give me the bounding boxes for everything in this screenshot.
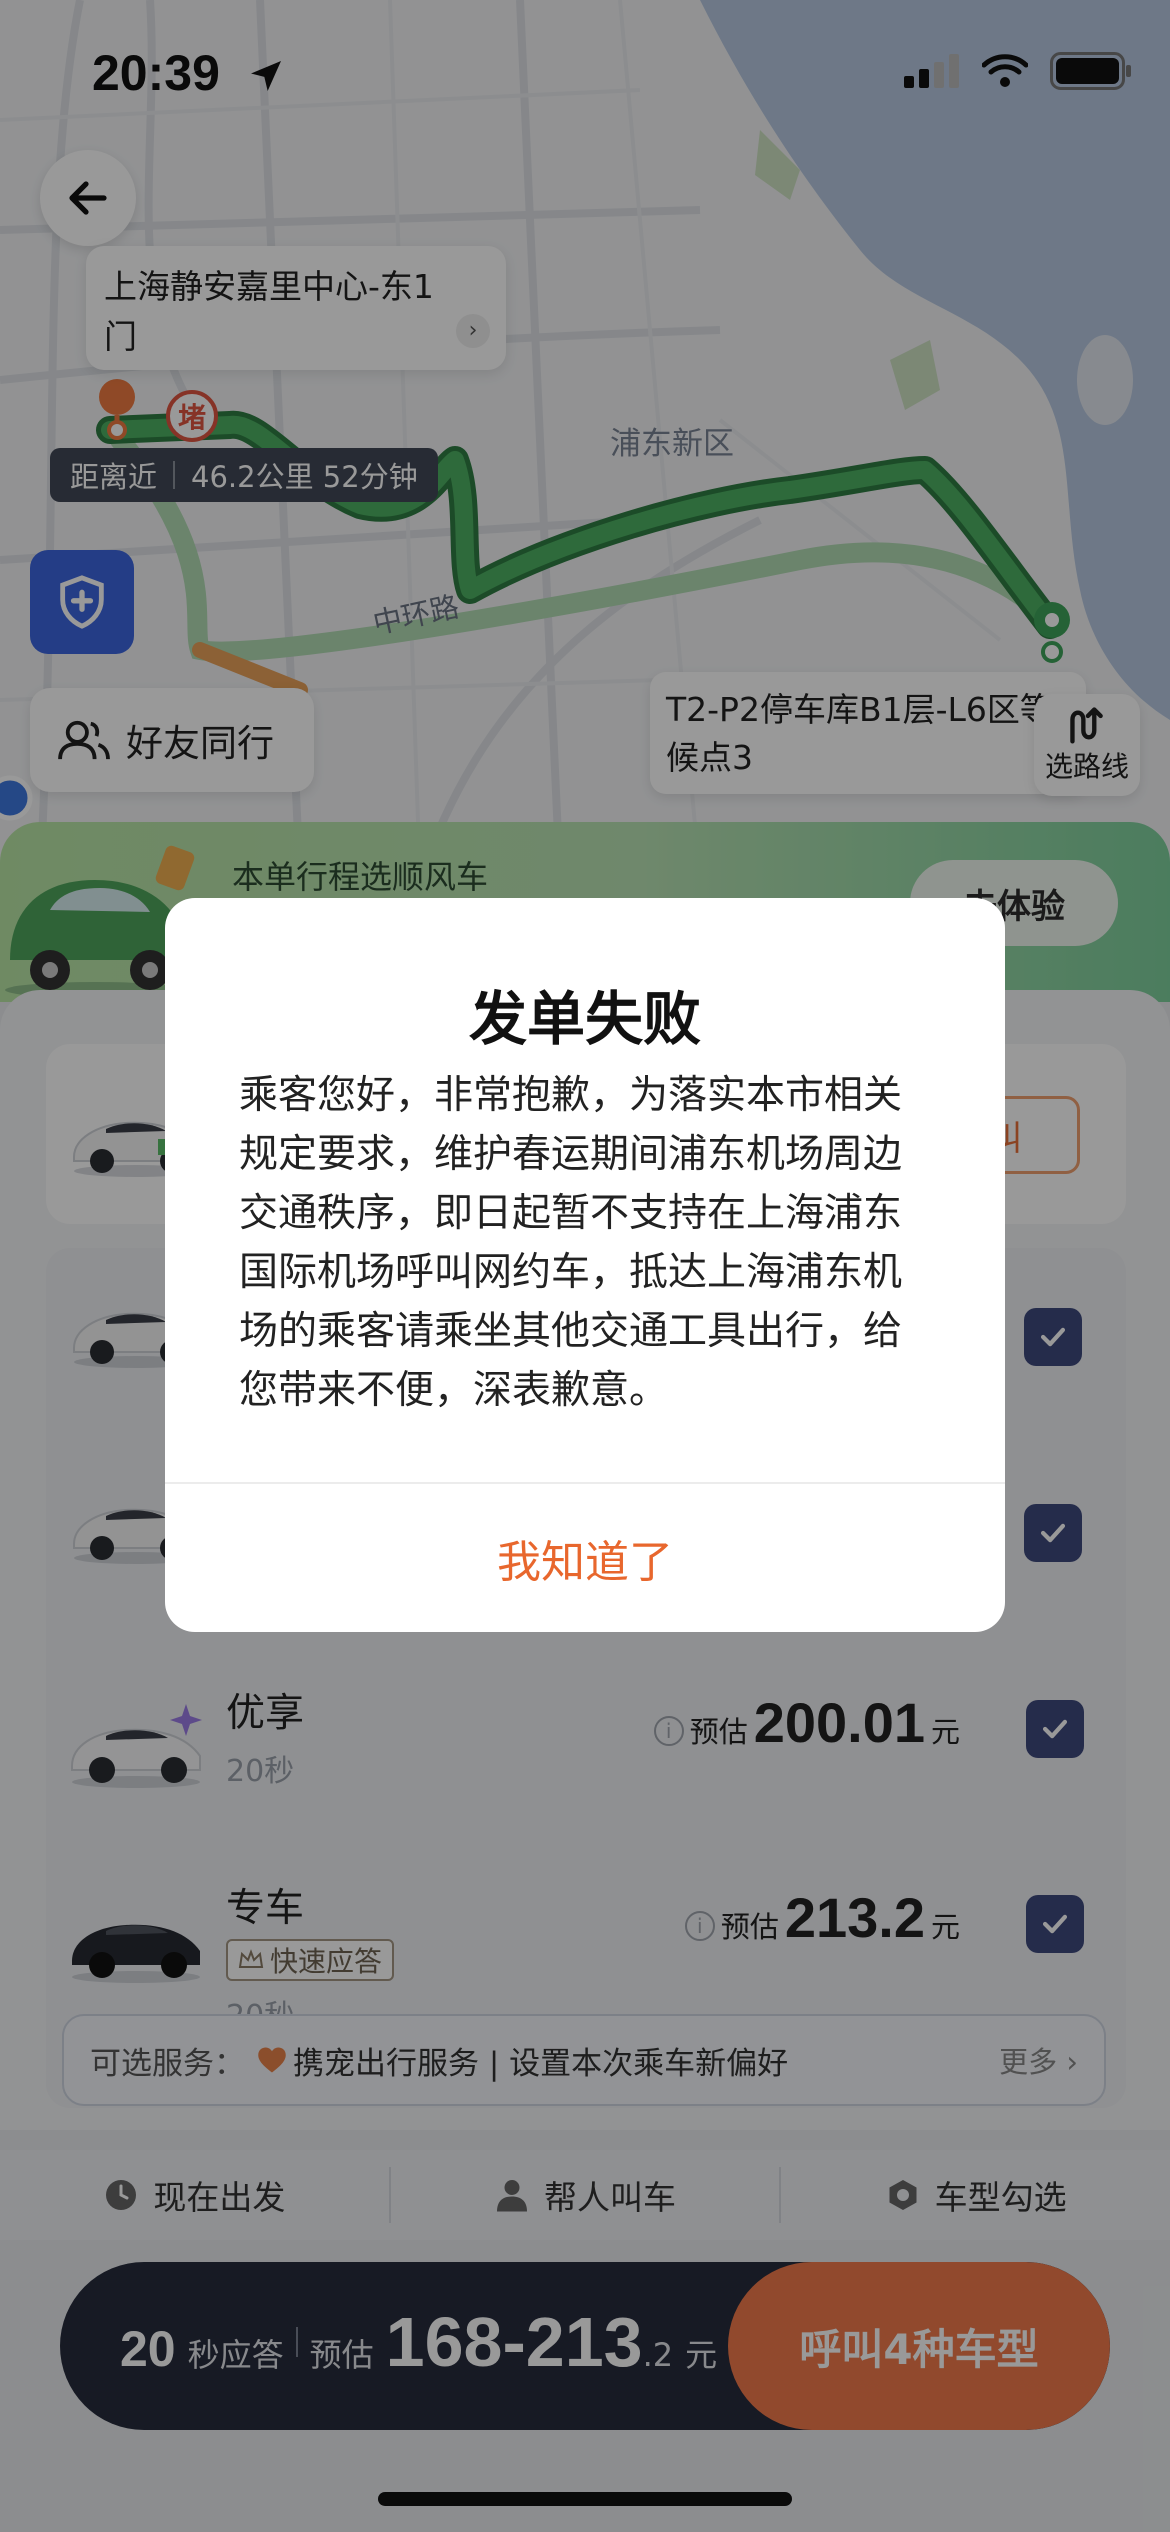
dialog-message: 乘客您好，非常抱歉，为落实本市相关规定要求，维护春运期间浦东机场周边交通秩序，即… [239, 1073, 903, 1413]
dialog-confirm-button[interactable]: 我知道了 [165, 1484, 1005, 1632]
dialog-title: 发单失败 [468, 985, 701, 1053]
order-failed-dialog: 发单失败 乘客您好，非常抱歉，为落实本市相关规定要求，维护春运期间浦东机场周边交… [165, 898, 1005, 1632]
